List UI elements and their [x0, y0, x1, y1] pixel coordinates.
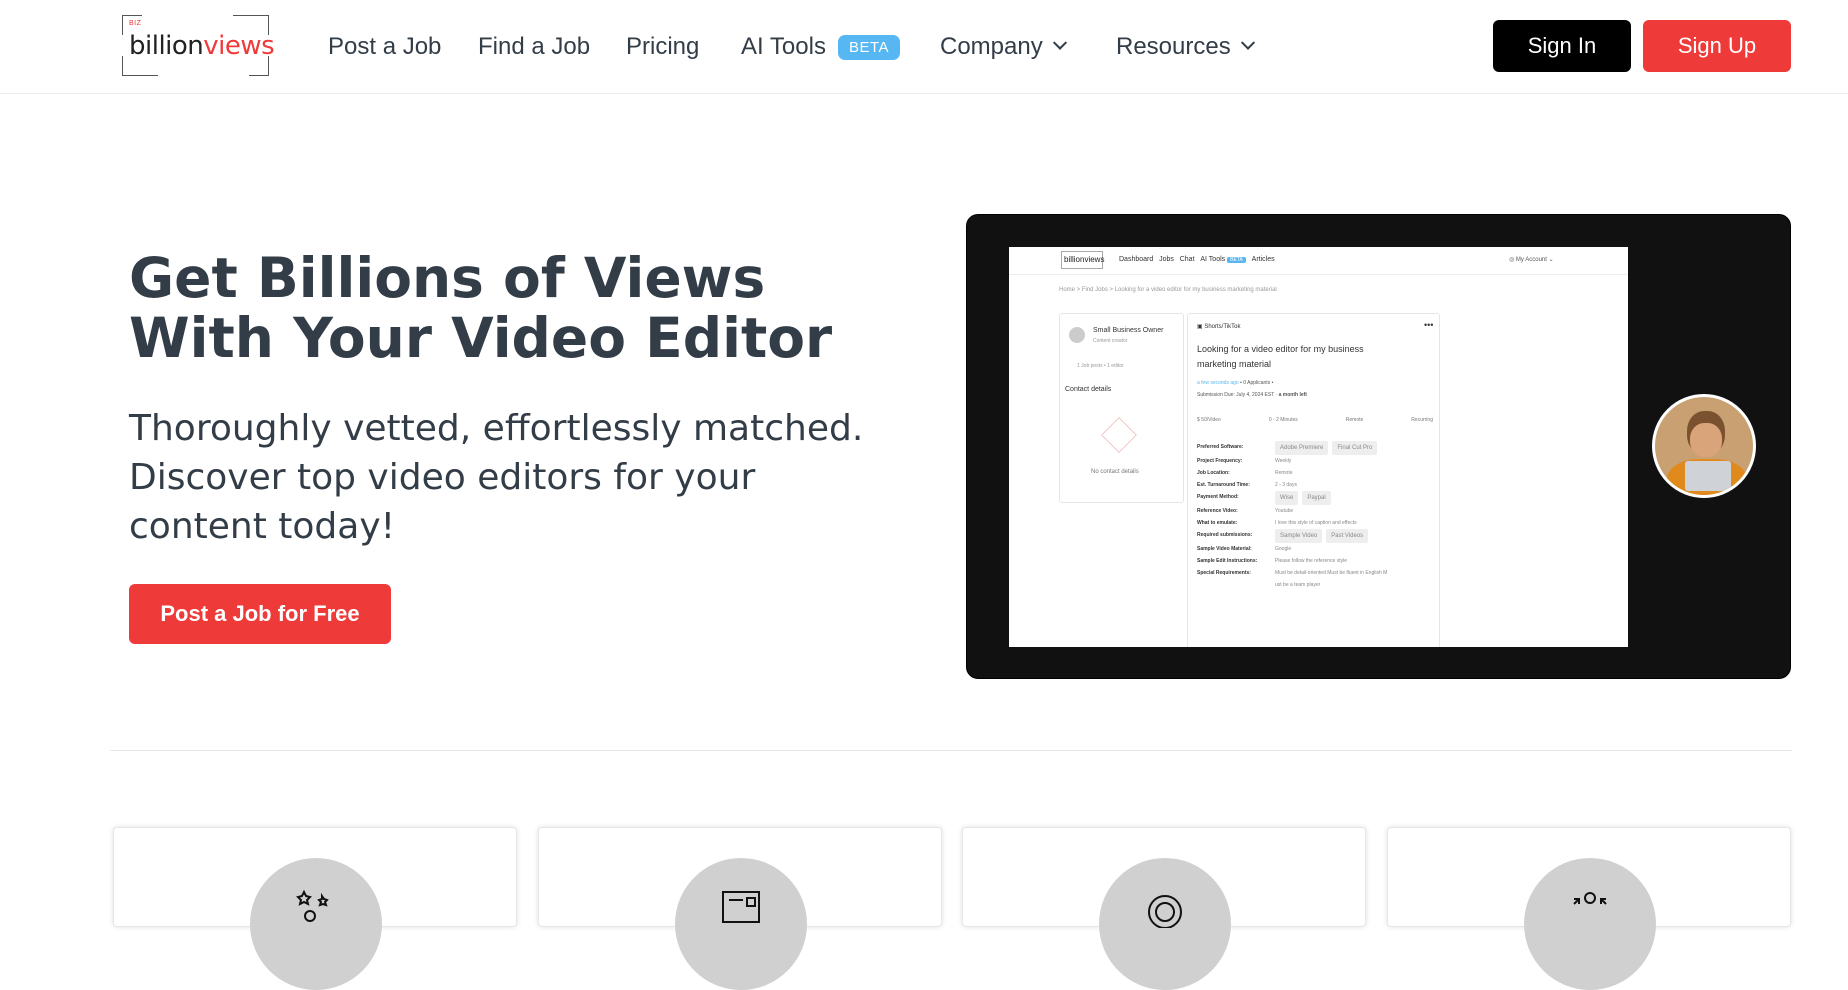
nav-resources[interactable]: Resources — [1116, 32, 1255, 62]
nav-post-a-job[interactable]: Post a Job — [328, 32, 441, 62]
chevron-down-icon — [1052, 35, 1067, 50]
preview-field-row: Sample Edit Instructions: Please follow t… — [1197, 558, 1347, 564]
preview-field-row: Job Location: Remote — [1197, 470, 1293, 476]
sign-up-button[interactable]: Sign Up — [1643, 20, 1791, 72]
preview-logo: billionviews — [1061, 251, 1104, 269]
preview-field-row: Preferred Software: Adobe Premiere Final C… — [1197, 441, 1433, 455]
feature-card — [538, 827, 942, 990]
preview-field-row: Project Frequency: Weekly — [1197, 458, 1292, 464]
section-divider — [110, 750, 1792, 751]
preview-field-row: Payment Method: Wise Paypal — [1197, 491, 1433, 505]
nav-ai-tools[interactable]: AI Tools BETA — [741, 32, 901, 62]
hero-title: Get Billions of Views With Your Video Edi… — [129, 246, 833, 370]
nav-company[interactable]: Company — [940, 32, 1067, 62]
network-user-icon — [1573, 892, 1607, 905]
preview-field-row: What to emulate: I love this style of cap… — [1197, 520, 1357, 526]
logo-wordmark: billionviews — [129, 31, 275, 61]
feature-card — [962, 827, 1366, 990]
preview-field-row: Reference Video: Youtube — [1197, 508, 1294, 514]
nav-find-a-job[interactable]: Find a Job — [478, 32, 590, 62]
target-icon — [1148, 895, 1182, 928]
stars-user-icon — [296, 889, 329, 922]
newspaper-icon — [722, 891, 760, 923]
preview-field-row: ust be a team player — [1275, 582, 1321, 588]
preview-screenshot: billionviews Dashboard Jobs Chat AI Tool… — [1009, 247, 1628, 647]
logo-tag: BIZ — [129, 20, 142, 27]
site-header: BIZ billionviews Post a Job Find a Job P… — [0, 0, 1848, 94]
sign-in-button[interactable]: Sign In — [1493, 20, 1631, 72]
hero-subtitle: Thoroughly vetted, effortlessly matched.… — [129, 408, 864, 547]
preview-field-row: Est. Turnaround Time: 2 - 3 days — [1197, 482, 1297, 488]
feature-card — [113, 827, 517, 990]
preview-field-row: Required submissions: Sample Video Past Vi… — [1197, 529, 1433, 543]
feature-card — [1387, 827, 1791, 990]
chevron-down-icon — [1240, 35, 1255, 50]
preview-field-row: Sample Video Material: Google — [1197, 546, 1292, 552]
logo[interactable]: BIZ billionviews — [122, 15, 275, 76]
beta-badge: BETA — [837, 34, 901, 60]
post-job-free-button[interactable]: Post a Job for Free — [129, 584, 391, 644]
preview-breadcrumb: Home > Find Jobs > Looking for a video e… — [1059, 287, 1277, 293]
editor-avatar — [1652, 394, 1756, 498]
preview-field-row: Special Requirements: Must be detail-orie… — [1197, 570, 1388, 576]
video-preview[interactable]: billionviews Dashboard Jobs Chat AI Tool… — [966, 214, 1791, 679]
nav-pricing[interactable]: Pricing — [626, 32, 699, 62]
